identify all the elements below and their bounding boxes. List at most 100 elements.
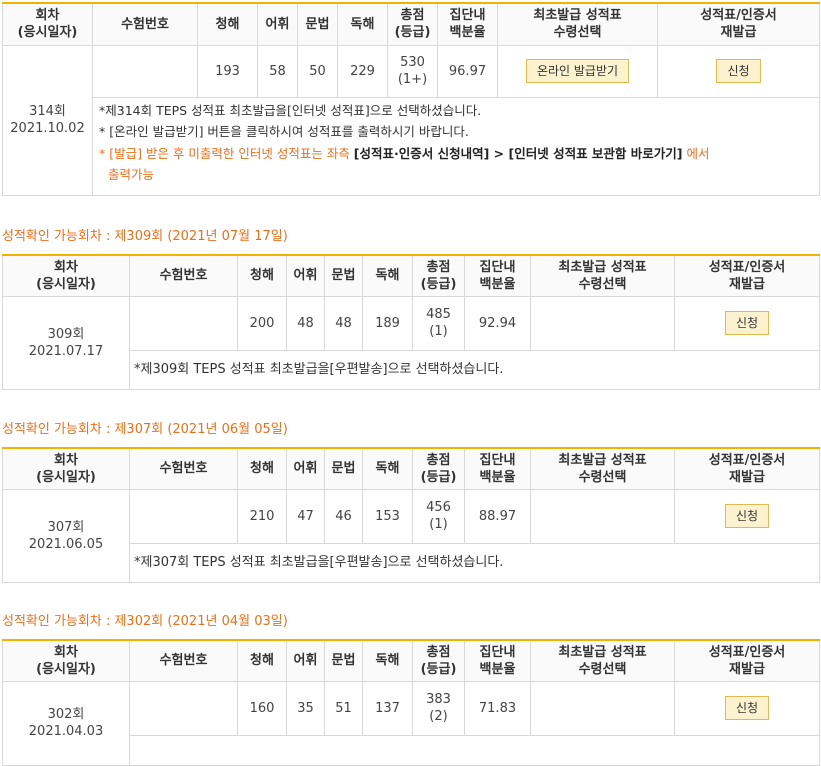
listening-score: 200 [237, 295, 287, 351]
header-reading: 독해 [362, 447, 413, 490]
header-reissue: 성적표/인증서 재발급 [674, 254, 820, 297]
section-title-302: 성적확인 가능회차 : 제302회 (2021년 04월 03일) [2, 614, 288, 629]
link-internet-archive[interactable]: [인터넷 성적표 보관함 바로가기] [509, 146, 683, 161]
first-issue-cell [530, 680, 675, 736]
grammar-score: 46 [324, 488, 363, 544]
header-total: 총점 (등급) [387, 2, 438, 46]
percentile-value: 92.94 [464, 295, 531, 351]
exam-no-cell [129, 680, 238, 736]
percentile-value: 71.83 [464, 680, 531, 736]
score-table-302: 회차 (응시일자) 수험번호 청해 어휘 문법 독해 총점 (등급) 집단내 백분율 … [2, 639, 820, 766]
header-total: 총점 (등급) [412, 447, 465, 490]
header-reissue: 성적표/인증서 재발급 [674, 639, 820, 682]
header-reading: 독해 [362, 254, 413, 297]
header-total: 총점 (등급) [412, 254, 465, 297]
header-session: 회차 (응시일자) [2, 447, 130, 490]
reissue-cell: 신청 [657, 44, 820, 98]
reissue-apply-button[interactable]: 신청 [724, 504, 770, 528]
header-first-issue: 최초발급 성적표 수령선택 [530, 639, 675, 682]
header-vocab: 어휘 [286, 639, 325, 682]
total-score: 530 (1+) [387, 44, 438, 98]
header-session: 회차 (응시일자) [2, 639, 130, 682]
reissue-cell: 신청 [674, 295, 820, 351]
notes-row: *제314회 TEPS 성적표 최초발급을[인터넷 성적표]으로 선택하셨습니다… [3, 96, 820, 196]
section-title-307: 성적확인 가능회차 : 제307회 (2021년 06월 05일) [2, 422, 288, 437]
vocab-score: 58 [257, 44, 298, 98]
note-line [129, 734, 820, 766]
score-table-314: 회차 (응시일자) 수험번호 청해 어휘 문법 독해 총점 (등급) 집단내 백분율 … [2, 2, 820, 196]
header-percentile: 집단내 백분율 [464, 447, 531, 490]
reissue-apply-button[interactable]: 신청 [724, 696, 770, 720]
reissue-apply-button[interactable]: 신청 [724, 311, 770, 335]
reading-score: 189 [362, 295, 413, 351]
note-line-1: *제314회 TEPS 성적표 최초발급을[인터넷 성적표]으로 선택하셨습니다… [99, 102, 482, 118]
table-row: 314회 2021.10.02 193 58 50 229 530 (1+) 96.… [2, 44, 820, 196]
header-grammar: 문법 [324, 447, 363, 490]
listening-score: 210 [237, 488, 287, 544]
header-first-issue: 최초발급 성적표 수령선택 [497, 2, 658, 46]
header-reading: 독해 [362, 639, 413, 682]
section-title-309: 성적확인 가능회차 : 제309회 (2021년 07월 17일) [2, 229, 288, 244]
online-issue-button[interactable]: 온라인 발급받기 [525, 59, 630, 83]
header-reissue: 성적표/인증서 재발급 [674, 447, 820, 490]
reissue-cell: 신청 [674, 488, 820, 544]
note-line: *제307회 TEPS 성적표 최초발급을[우편발송]으로 선택하셨습니다. [129, 542, 820, 583]
grammar-score: 48 [324, 295, 363, 351]
link-score-history[interactable]: [성적표·인증서 신청내역] [354, 146, 490, 161]
header-reading: 독해 [337, 2, 388, 46]
listening-score: 193 [197, 44, 258, 98]
listening-score: 160 [237, 680, 287, 736]
header-listening: 청해 [237, 254, 287, 297]
session-cell: 307회 2021.06.05 [2, 488, 130, 583]
header-grammar: 문법 [324, 254, 363, 297]
header-total: 총점 (등급) [412, 639, 465, 682]
table-row: 307회 2021.06.05 210 47 46 153 456 (1) 88.9… [2, 488, 820, 583]
note-line: *제309회 TEPS 성적표 최초발급을[우편발송]으로 선택하셨습니다. [129, 349, 820, 390]
session-cell: 302회 2021.04.03 [2, 680, 130, 766]
first-issue-cell: 온라인 발급받기 [497, 44, 658, 98]
header-percentile: 집단내 백분율 [464, 254, 531, 297]
score-table-307: 회차 (응시일자) 수험번호 청해 어휘 문법 독해 총점 (등급) 집단내 백분율 … [2, 447, 820, 583]
header-percentile: 집단내 백분율 [437, 2, 498, 46]
header-exam-no: 수험번호 [129, 254, 238, 297]
vocab-score: 48 [286, 295, 325, 351]
header-vocab: 어휘 [286, 447, 325, 490]
header-listening: 청해 [197, 2, 258, 46]
total-score: 383 (2) [412, 680, 465, 736]
table-header-row: 회차 (응시일자) 수험번호 청해 어휘 문법 독해 총점 (등급) 집단내 백분율 … [2, 639, 820, 682]
reissue-apply-button[interactable]: 신청 [716, 59, 761, 83]
note-line-2: * [온라인 발급받기] 버튼을 클릭하시여 성적표를 출력하시기 바랍니다. [99, 124, 469, 139]
note-line-4: 출력가능 [108, 167, 155, 182]
header-listening: 청해 [237, 447, 287, 490]
reading-score: 153 [362, 488, 413, 544]
table-row: 309회 2021.07.17 200 48 48 189 485 (1) 92.9… [2, 295, 820, 390]
exam-no-cell [129, 488, 238, 544]
notes-cell: *제314회 TEPS 성적표 최초발급을[인터넷 성적표]으로 선택하셨습니다… [92, 96, 820, 196]
percentile-value: 96.97 [437, 44, 498, 98]
header-vocab: 어휘 [257, 2, 298, 46]
grammar-score: 50 [297, 44, 338, 98]
table-row: 302회 2021.04.03 160 35 51 137 383 (2) 71.8… [2, 680, 820, 766]
reading-score: 137 [362, 680, 413, 736]
total-score: 456 (1) [412, 488, 465, 544]
header-first-issue: 최초발급 성적표 수령선택 [530, 447, 675, 490]
grammar-score: 51 [324, 680, 363, 736]
table-header-row: 회차 (응시일자) 수험번호 청해 어휘 문법 독해 총점 (등급) 집단내 백분율 … [2, 2, 820, 46]
exam-no-cell [92, 44, 198, 98]
reading-score: 229 [337, 44, 388, 98]
first-issue-cell [530, 295, 675, 351]
percentile-value: 88.97 [464, 488, 531, 544]
header-session: 회차 (응시일자) [2, 254, 130, 297]
header-exam-no: 수험번호 [129, 639, 238, 682]
header-listening: 청해 [237, 639, 287, 682]
table-header-row: 회차 (응시일자) 수험번호 청해 어휘 문법 독해 총점 (등급) 집단내 백분율 … [2, 254, 820, 297]
table-header-row: 회차 (응시일자) 수험번호 청해 어휘 문법 독해 총점 (등급) 집단내 백분율 … [2, 447, 820, 490]
total-score: 485 (1) [412, 295, 465, 351]
header-reissue: 성적표/인증서 재발급 [657, 2, 820, 46]
note-line-3: * [발급] 받은 후 미출력한 인터넷 성적표는 좌측 [성적표·인증서 신청… [99, 145, 710, 161]
header-session: 회차 (응시일자) [2, 2, 93, 46]
vocab-score: 35 [286, 680, 325, 736]
session-cell: 314회 2021.10.02 [2, 44, 93, 196]
header-grammar: 문법 [324, 639, 363, 682]
reissue-cell: 신청 [674, 680, 820, 736]
